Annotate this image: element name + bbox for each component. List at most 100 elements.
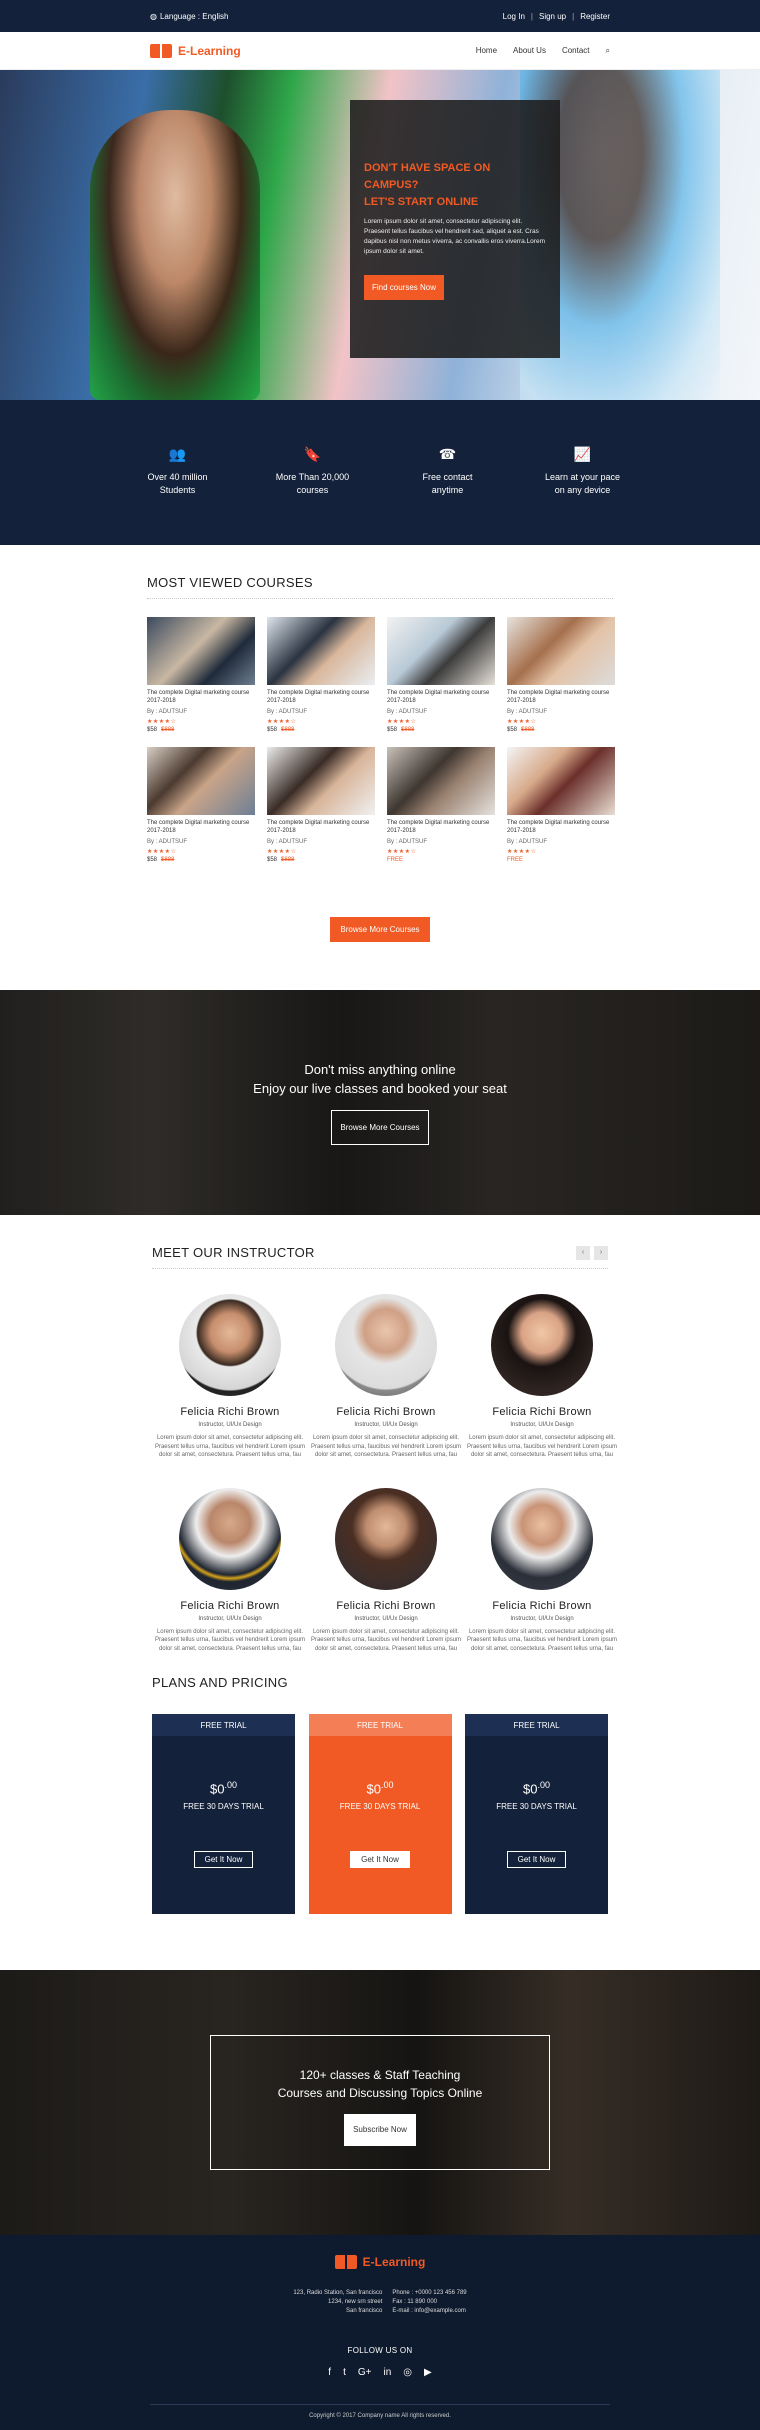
course-price: $58 $888 [147, 727, 255, 733]
price-current: $58 [267, 727, 278, 733]
course-price: $58 $888 [147, 857, 255, 863]
course-title: The complete Digital marketing course 20… [507, 820, 610, 834]
logo[interactable]: E-Learning [150, 43, 241, 58]
course-card[interactable]: The complete Digital marketing course 20… [267, 747, 375, 863]
course-author: By : ADUTSUF [147, 839, 188, 845]
course-card[interactable]: The complete Digital marketing course 20… [387, 747, 495, 863]
signup-link[interactable]: Sign up [539, 12, 566, 21]
course-title: The complete Digital marketing course 20… [267, 820, 370, 834]
hero-title: DON'T HAVE SPACE ON CAMPUS? LET'S START … [364, 160, 546, 211]
social-links: f t G+ in ◎ ▶ [0, 2367, 760, 2378]
avatar [335, 1487, 437, 1590]
subscribe-button[interactable]: Subscribe Now [344, 2114, 416, 2146]
find-courses-button[interactable]: Find courses Now [364, 275, 445, 300]
course-card[interactable]: The complete Digital marketing course 20… [147, 617, 255, 733]
get-it-now-button[interactable]: Get It Now [350, 1851, 410, 1869]
footer-contact-info: 123, Radio Station, San francisco 1234, … [0, 2289, 760, 2316]
course-price: $58 $888 [267, 857, 375, 863]
price-old: $888 [281, 857, 295, 863]
instructor-bio: Lorem ipsum dolor sit amet, consectetur … [310, 1435, 462, 1458]
twitter-icon[interactable]: t [343, 2367, 346, 2378]
nav-contact[interactable]: Contact [562, 46, 590, 55]
next-arrow-icon[interactable]: › [594, 1245, 608, 1260]
browse-more-courses-button[interactable]: Browse More Courses [330, 917, 430, 942]
course-title: The complete Digital marketing course 20… [387, 690, 490, 704]
avatar [491, 1294, 593, 1396]
register-link[interactable]: Register [580, 12, 610, 21]
instructor-card[interactable]: Felicia Richi Brown Instructor, UI/Ux De… [152, 1487, 308, 1654]
plan-amount: $0.00 [465, 1780, 608, 1796]
plan-cents: .00 [224, 1780, 237, 1790]
rating-stars: ★★★★☆ [507, 719, 537, 725]
prev-arrow-icon[interactable]: ‹ [576, 1245, 590, 1260]
price-current: FREE [387, 857, 404, 863]
nav-about[interactable]: About Us [513, 46, 546, 55]
course-card[interactable]: The complete Digital marketing course 20… [387, 617, 495, 733]
nav-home[interactable]: Home [476, 46, 497, 55]
instructor-name: Felicia Richi Brown [180, 1406, 280, 1418]
instagram-icon[interactable]: ◎ [403, 2367, 412, 2378]
course-title: The complete Digital marketing course 20… [267, 690, 370, 704]
footer-logo[interactable]: E-Learning [0, 2255, 760, 2269]
feature-line2: anytime [431, 485, 464, 495]
plan-sub: FREE 30 DAYS TRIAL [339, 1802, 421, 1812]
instructor-bio: Lorem ipsum dolor sit amet, consectetur … [466, 1435, 618, 1458]
main-nav: E-Learning Home About Us Contact ⌕ [0, 32, 760, 70]
course-card[interactable]: The complete Digital marketing course 20… [507, 747, 615, 863]
plan-head: FREE TRIAL [465, 1714, 608, 1736]
rating-stars: ★★★★☆ [507, 849, 537, 855]
plan-amount: $0.00 [152, 1780, 295, 1796]
course-title: The complete Digital marketing course 20… [147, 690, 250, 704]
course-price: $58 $888 [507, 727, 615, 733]
pricing-title: PLANS AND PRICING [152, 1675, 288, 1690]
instructor-card[interactable]: Felicia Richi Brown Instructor, UI/Ux De… [152, 1294, 308, 1460]
course-card[interactable]: The complete Digital marketing course 20… [507, 617, 615, 733]
course-card[interactable]: The complete Digital marketing course 20… [147, 747, 255, 863]
brand-name: E-Learning [178, 43, 241, 58]
google-plus-icon[interactable]: G+ [358, 2367, 372, 2378]
course-author: By : ADUTSUF [507, 839, 548, 845]
plan-dollar: $0 [210, 1781, 225, 1797]
linkedin-icon[interactable]: in [383, 2367, 391, 2378]
login-link[interactable]: Log In [503, 12, 525, 21]
hero-title-line2: LET'S START ONLINE [364, 196, 479, 208]
facebook-icon[interactable]: f [328, 2367, 331, 2378]
instructor-role: Instructor, UI/Ux Design [510, 1422, 574, 1428]
price-current: $58 [267, 857, 278, 863]
subscribe-line2: Courses and Discussing Topics Online [277, 2086, 483, 2100]
users-icon: 👥 [168, 446, 187, 462]
pricing-plan-featured: FREE TRIAL $0.00 FREE 30 DAYS TRIAL Get … [308, 1714, 452, 1914]
plan-cents: .00 [537, 1780, 550, 1790]
course-thumbnail [147, 617, 255, 685]
course-thumbnail [387, 747, 495, 815]
course-thumbnail [507, 617, 615, 685]
search-icon[interactable]: ⌕ [606, 46, 610, 56]
youtube-icon[interactable]: ▶ [424, 2367, 432, 2378]
feature-line2: courses [296, 485, 329, 495]
instructor-card[interactable]: Felicia Richi Brown Instructor, UI/Ux De… [308, 1294, 464, 1460]
instructor-card[interactable]: Felicia Richi Brown Instructor, UI/Ux De… [464, 1294, 620, 1460]
feature-line1: More Than 20,000 [275, 472, 350, 482]
hero-box: DON'T HAVE SPACE ON CAMPUS? LET'S START … [350, 100, 560, 358]
instructor-role: Instructor, UI/Ux Design [198, 1422, 262, 1428]
instructor-bio: Lorem ipsum dolor sit amet, consectetur … [154, 1435, 306, 1458]
banner-browse-button[interactable]: Browse More Courses [331, 1110, 429, 1145]
feature-contact: ☎ Free contact anytime [393, 447, 503, 497]
subscribe-box: 120+ classes & Staff Teaching Courses an… [210, 2035, 550, 2170]
rating-stars: ★★★★☆ [387, 719, 417, 725]
book-icon [334, 2255, 357, 2269]
book-icon [150, 43, 172, 58]
get-it-now-button[interactable]: Get It Now [506, 1851, 567, 1869]
avatar [179, 1294, 281, 1396]
instructor-role: Instructor, UI/Ux Design [354, 1422, 418, 1428]
rating-stars: ★★★★☆ [267, 719, 297, 725]
instructor-card[interactable]: Felicia Richi Brown Instructor, UI/Ux De… [464, 1487, 620, 1654]
get-it-now-button[interactable]: Get It Now [193, 1851, 254, 1869]
instructor-bio: Lorem ipsum dolor sit amet, consectetur … [154, 1628, 306, 1652]
instructor-name: Felicia Richi Brown [180, 1599, 280, 1612]
plan-dollar: $0 [366, 1781, 381, 1797]
course-card[interactable]: The complete Digital marketing course 20… [267, 617, 375, 733]
language-selector[interactable]: ◍ Language : English [150, 12, 228, 21]
instructor-card[interactable]: Felicia Richi Brown Instructor, UI/Ux De… [308, 1487, 464, 1654]
instructor-name: Felicia Richi Brown [336, 1406, 436, 1418]
